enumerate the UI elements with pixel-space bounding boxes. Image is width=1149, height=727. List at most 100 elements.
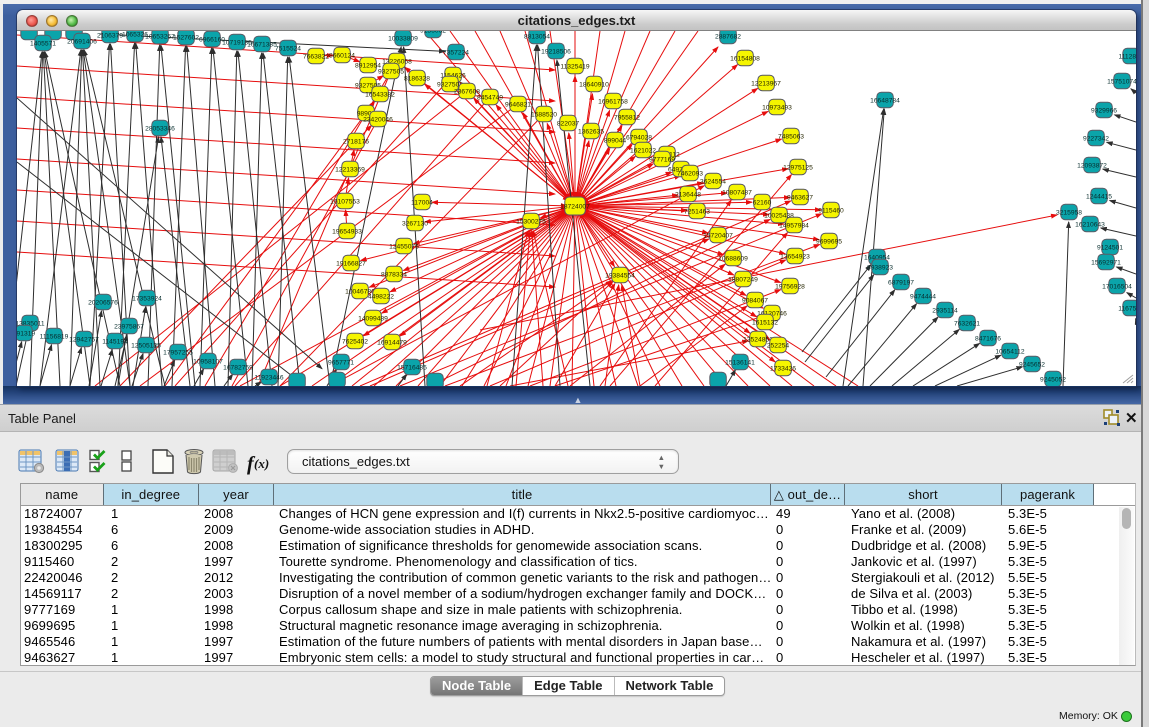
- svg-text:1112803: 1112803: [1118, 53, 1136, 60]
- svg-text:19166827: 19166827: [336, 260, 366, 267]
- svg-text:9115460: 9115460: [818, 207, 844, 214]
- svg-text:1527602: 1527602: [173, 34, 199, 41]
- svg-text:16648784: 16648784: [870, 97, 900, 104]
- svg-text:10654112: 10654112: [995, 348, 1025, 355]
- svg-text:6879197: 6879197: [888, 279, 914, 286]
- svg-text:19654933: 19654933: [332, 228, 362, 235]
- svg-text:9463627: 9463627: [787, 194, 813, 201]
- svg-text:12455076: 12455076: [389, 243, 419, 250]
- svg-text:23420046: 23420046: [363, 116, 393, 123]
- svg-text:12505135: 12505135: [131, 342, 161, 349]
- svg-text:15136141: 15136141: [725, 359, 755, 366]
- svg-text:4498222: 4498222: [368, 293, 394, 300]
- svg-text:8813054: 8813054: [524, 33, 550, 40]
- svg-text:7515524: 7515524: [275, 45, 301, 52]
- svg-text:19218506: 19218506: [541, 48, 571, 55]
- svg-text:16154808: 16154808: [730, 55, 760, 62]
- svg-text:10033809: 10033809: [388, 35, 418, 42]
- svg-text:16107553: 16107553: [330, 198, 360, 205]
- svg-text:11325419: 11325419: [560, 63, 590, 70]
- svg-text:1733426: 1733426: [770, 365, 796, 372]
- svg-text:16671385: 16671385: [247, 41, 277, 48]
- svg-text:19384554: 19384554: [605, 272, 635, 279]
- svg-text:15751074: 15751074: [1107, 78, 1136, 85]
- svg-text:9245652: 9245652: [1019, 361, 1045, 368]
- svg-text:3267130: 3267130: [402, 220, 428, 227]
- svg-text:15716485: 15716485: [397, 364, 427, 371]
- svg-text:7663822: 7663822: [303, 53, 329, 60]
- svg-text:16543382: 16543382: [365, 91, 395, 98]
- svg-text:15692971: 15692971: [1091, 259, 1121, 266]
- svg-text:7462093: 7462093: [677, 170, 703, 177]
- svg-text:7251463: 7251463: [684, 208, 710, 215]
- svg-text:7357224: 7357224: [443, 49, 469, 56]
- svg-text:12975125: 12975125: [783, 164, 813, 171]
- svg-text:7955812: 7955812: [614, 114, 640, 121]
- svg-text:2935114: 2935114: [932, 307, 958, 314]
- svg-text:14957984: 14957984: [779, 222, 809, 229]
- svg-text:9699695: 9699695: [816, 238, 842, 245]
- svg-text:17957255: 17957255: [163, 349, 193, 356]
- svg-text:12213369: 12213369: [335, 166, 365, 173]
- svg-text:8878334: 8878334: [381, 271, 407, 278]
- svg-text:252254: 252254: [767, 342, 790, 349]
- svg-text:10653267: 10653267: [145, 33, 175, 40]
- svg-text:117004: 117004: [411, 199, 433, 206]
- svg-text:9657771: 9657771: [328, 359, 354, 366]
- svg-text:18640910: 18640910: [579, 81, 609, 88]
- svg-text:7485063: 7485063: [778, 133, 804, 140]
- svg-text:9124501: 9124501: [1097, 244, 1123, 251]
- svg-text:14099489: 14099489: [358, 315, 388, 322]
- svg-text:2718176: 2718176: [343, 138, 369, 145]
- svg-text:1405571: 1405571: [30, 40, 56, 47]
- svg-text:1588520: 1588520: [531, 111, 557, 118]
- svg-text:11156819: 11156819: [40, 333, 69, 340]
- svg-text:10973493: 10973493: [762, 104, 792, 111]
- svg-text:12213967: 12213967: [751, 80, 781, 87]
- svg-text:9227342: 9227342: [1083, 135, 1109, 142]
- svg-text:9777169: 9777169: [649, 156, 675, 163]
- svg-text:9327505: 9327505: [378, 68, 404, 75]
- svg-text:11923446: 11923446: [254, 374, 284, 381]
- svg-text:20206576: 20206576: [88, 299, 118, 306]
- svg-text:23975867: 23975867: [114, 323, 144, 330]
- svg-text:9245052: 9245052: [1040, 376, 1066, 383]
- svg-text:9646821: 9646821: [505, 101, 531, 108]
- svg-text:9329966: 9329966: [1091, 107, 1117, 114]
- svg-text:9084067: 9084067: [742, 297, 768, 304]
- svg-text:2106379: 2106379: [97, 32, 123, 39]
- svg-text:3624554: 3624554: [700, 178, 726, 185]
- svg-text:10958107: 10958107: [193, 358, 223, 365]
- svg-text:16782759: 16782759: [223, 364, 253, 371]
- svg-text:391319: 391319: [17, 330, 35, 337]
- svg-text:12942757: 12942757: [69, 336, 99, 343]
- svg-text:7632621: 7632621: [954, 320, 980, 327]
- svg-text:16210643: 16210643: [1075, 221, 1105, 228]
- svg-text:899044: 899044: [604, 137, 627, 144]
- svg-text:12093872: 12093872: [1077, 162, 1107, 169]
- svg-text:13654923: 13654923: [780, 253, 810, 260]
- svg-text:6794028: 6794028: [626, 134, 652, 141]
- svg-text:3215958: 3215958: [1056, 209, 1082, 216]
- svg-text:16914479: 16914479: [377, 339, 407, 346]
- svg-text:8454749: 8454749: [477, 94, 503, 101]
- svg-text:62160: 62160: [753, 199, 772, 206]
- svg-text:822037: 822037: [557, 120, 580, 127]
- svg-text:2887682: 2887682: [715, 33, 741, 40]
- svg-text:1615132: 1615132: [752, 319, 778, 326]
- svg-text:8938923: 8938923: [867, 264, 893, 271]
- svg-text:15720407: 15720407: [703, 232, 733, 239]
- svg-text:9136062: 9136062: [420, 31, 446, 34]
- svg-text:15300275: 15300275: [516, 218, 546, 225]
- svg-text:9474444: 9474444: [910, 293, 936, 300]
- svg-text:28053346: 28053346: [145, 125, 175, 132]
- svg-text:2136448: 2136448: [675, 191, 701, 198]
- svg-text:1167534: 1167534: [1118, 305, 1136, 312]
- svg-text:8186328: 8186328: [404, 75, 430, 82]
- svg-text:18724007: 18724007: [560, 203, 590, 210]
- svg-text:17016504: 17016504: [1102, 283, 1132, 290]
- svg-text:8660124: 8660124: [329, 52, 355, 59]
- svg-text:1244415: 1244415: [1086, 193, 1112, 200]
- svg-text:8471676: 8471676: [975, 335, 1001, 342]
- svg-text:10688609: 10688609: [718, 255, 748, 262]
